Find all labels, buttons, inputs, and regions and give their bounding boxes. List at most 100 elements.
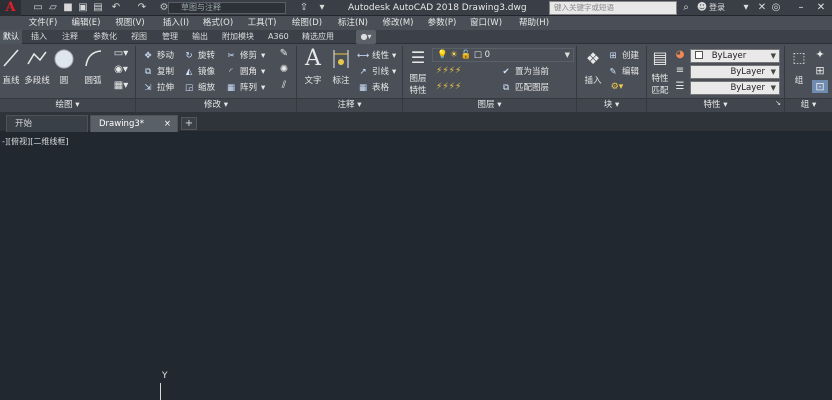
login-link[interactable]: 登录 [709, 0, 725, 16]
redo-icon[interactable]: ↷ [136, 2, 148, 14]
leader-button[interactable]: ↗ 引线 ▾ [357, 64, 396, 80]
tab-insert[interactable]: 插入 [31, 30, 47, 44]
arc-button[interactable]: 圆弧 [79, 46, 107, 88]
circle-button[interactable]: 圆 [52, 46, 76, 88]
close-icon[interactable]: × [164, 116, 171, 132]
move-button[interactable]: ✥ 移动 [142, 48, 174, 64]
user-icon[interactable]: ☻ [696, 2, 708, 14]
stretch-button[interactable]: ⇲ 拉伸 [142, 80, 174, 96]
exchange-icon[interactable]: ✕ [756, 2, 768, 14]
draw-panel-title[interactable]: 绘图 ▾ [0, 98, 135, 112]
hatch-icon[interactable]: ◉▾ [111, 64, 131, 75]
tab-default[interactable]: 默认 [0, 30, 22, 44]
layer-dropdown[interactable]: 💡 ☀ 🔓 □ 0 ▼ [432, 48, 574, 62]
group-edit-icon[interactable]: ⊞ [812, 64, 828, 77]
explode-icon[interactable]: ✺ [276, 64, 292, 75]
properties-panel-title[interactable]: 特性 ▾ [647, 98, 784, 112]
linetype-dropdown[interactable]: ByLayer ▼ [690, 65, 780, 79]
new-tab-button[interactable]: + [181, 117, 197, 130]
group-selection-icon[interactable]: ⊡ [812, 80, 828, 93]
fillet-button[interactable]: ◜ 圆角 ▾ [225, 64, 265, 80]
block-panel-title[interactable]: 块 ▾ [577, 98, 646, 112]
boundary-icon[interactable]: ▦▾ [111, 80, 131, 91]
scale-button[interactable]: ◲ 缩放 [183, 80, 215, 96]
text-button[interactable]: A 文字 [300, 46, 326, 94]
menu-edit[interactable]: 编辑(E) [66, 16, 106, 30]
menu-help[interactable]: 帮助(H) [514, 16, 554, 30]
new-file-icon[interactable]: ▭ [32, 2, 44, 14]
menu-tools[interactable]: 工具(T) [244, 16, 280, 30]
search-icon[interactable]: ⌕ [680, 2, 692, 14]
linear-label: 线性 [372, 51, 390, 61]
menu-insert[interactable]: 插入(I) [158, 16, 194, 30]
linear-dimension-button[interactable]: ⟷ 线性 ▾ [357, 48, 396, 64]
menu-parametric[interactable]: 参数(P) [424, 16, 460, 30]
ribbon-toggle-icon[interactable]: ●▾ [356, 30, 376, 44]
open-file-icon[interactable]: ▱ [47, 2, 59, 14]
mirror-button[interactable]: ◭ 镜像 [183, 64, 215, 80]
tab-addins[interactable]: 附加模块 [222, 30, 254, 44]
block-attribute-icon[interactable]: ⚙▾ [607, 82, 627, 92]
erase-icon[interactable]: ✎ [276, 48, 292, 59]
workspace-select[interactable]: 草图与注释 [168, 2, 286, 14]
menu-view[interactable]: 视图(V) [112, 16, 148, 30]
properties-launcher-icon[interactable]: ↘ [774, 99, 782, 107]
menu-modify[interactable]: 修改(M) [378, 16, 418, 30]
offset-icon[interactable]: ⫽ [276, 80, 292, 91]
menu-file[interactable]: 文件(F) [26, 16, 60, 30]
tab-manage[interactable]: 管理 [162, 30, 178, 44]
groups-panel-title[interactable]: 组 ▾ [785, 98, 832, 112]
rotate-button[interactable]: ↻ 旋转 [183, 48, 215, 64]
group-button[interactable]: ⬚ 组 [788, 46, 810, 94]
tab-drawing3[interactable]: Drawing3* × [90, 115, 178, 132]
undo-icon[interactable]: ↶ [110, 2, 122, 14]
tab-a360[interactable]: A360 [268, 30, 289, 44]
tab-parametric[interactable]: 参数化 [93, 30, 117, 44]
tab-output[interactable]: 输出 [192, 30, 208, 44]
copy-button[interactable]: ⧉ 复制 [142, 64, 174, 80]
annotation-panel-title[interactable]: 注释 ▾ [297, 98, 402, 112]
edit-block-button[interactable]: ✎ 编辑 [607, 64, 639, 80]
polyline-button[interactable]: 多段线 [22, 46, 52, 88]
share-icon[interactable]: ⇪ [298, 2, 310, 14]
minimize-icon[interactable]: – [792, 0, 810, 16]
match-layer-button[interactable]: ⧉ 匹配图层 [500, 80, 549, 96]
customize-qat-icon[interactable]: ▾ [316, 2, 328, 14]
print-icon[interactable]: ▤ [92, 2, 104, 14]
modify-panel-title[interactable]: 修改 ▾ [136, 98, 296, 112]
menu-window[interactable]: 窗口(W) [466, 16, 506, 30]
color-dropdown[interactable]: ByLayer ▼ [690, 49, 780, 63]
line-button[interactable]: 直线 [0, 46, 22, 88]
layer-tools-row-2-icons[interactable]: ⚡⚡⚡⚡ [436, 82, 496, 92]
array-button[interactable]: ▦ 阵列 ▾ [225, 80, 265, 96]
rectangle-icon[interactable]: ▭▾ [111, 48, 131, 59]
chevron-down-icon[interactable]: ▾ [742, 2, 750, 14]
match-properties-button[interactable]: ▤ 特性 匹配 [648, 46, 672, 96]
insert-block-button[interactable]: ❖ 插入 [580, 46, 606, 94]
save-icon[interactable]: ■ [62, 2, 74, 14]
close-icon[interactable]: ✕ [812, 0, 830, 16]
tab-start[interactable]: 开始 [6, 115, 88, 132]
viewport-controls[interactable]: -][俯视][二维线框] [2, 136, 69, 147]
table-button[interactable]: ▦ 表格 [357, 80, 389, 96]
layer-tools-row-1-icons[interactable]: ⚡⚡⚡⚡ [436, 66, 496, 76]
tab-featured-apps[interactable]: 精选应用 [302, 30, 334, 44]
lineweight-dropdown[interactable]: ByLayer ▼ [690, 81, 780, 95]
trim-button[interactable]: ✂ 修剪 ▾ [225, 48, 265, 64]
menu-dimension[interactable]: 标注(N) [334, 16, 372, 30]
search-input[interactable]: 键入关键字或短语 [549, 1, 677, 15]
a360-icon[interactable]: ◎ [770, 2, 782, 14]
dimension-button[interactable]: 标注 [328, 46, 354, 94]
save-as-icon[interactable]: ▣ [77, 2, 89, 14]
tab-view[interactable]: 视图 [131, 30, 147, 44]
layer-properties-button[interactable]: ☰ 图层 特性 [405, 46, 431, 96]
menu-draw[interactable]: 绘图(D) [288, 16, 326, 30]
make-current-button[interactable]: ✔ 置为当前 [500, 64, 549, 80]
layers-panel-title[interactable]: 图层 ▾ [403, 98, 576, 112]
ungroup-icon[interactable]: ✦ [812, 48, 828, 61]
tab-annotate[interactable]: 注释 [62, 30, 78, 44]
application-menu-button[interactable]: A [0, 0, 21, 16]
drawing-canvas[interactable] [0, 132, 832, 400]
menu-format[interactable]: 格式(O) [200, 16, 236, 30]
create-block-button[interactable]: ⊞ 创建 [607, 48, 639, 64]
